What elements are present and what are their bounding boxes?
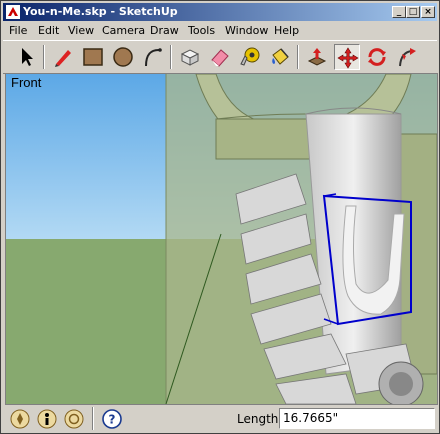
pencil-icon	[55, 50, 71, 67]
tape-measure-tool-button[interactable]	[237, 44, 263, 70]
sketchup-app-icon	[6, 5, 20, 19]
credits-button[interactable]	[36, 408, 58, 430]
measurement-input[interactable]: 16.7665"	[279, 408, 435, 429]
move-icon	[337, 47, 359, 69]
rectangle-tool-button[interactable]	[80, 44, 106, 70]
toolbar-separator	[43, 45, 45, 69]
help-icon: ?	[102, 409, 122, 429]
arc-tool-button[interactable]	[140, 44, 166, 70]
circle-icon	[113, 47, 133, 67]
status-separator	[92, 407, 94, 430]
make-component-tool-button[interactable]	[177, 44, 203, 70]
eraser-icon	[211, 49, 229, 67]
sketchup-window: You-n-Me.skp - SketchUp _ □ × File Edit …	[0, 0, 440, 434]
select-tool-button[interactable]	[13, 44, 39, 70]
toolbar-separator	[170, 45, 172, 69]
geo-location-icon	[10, 409, 30, 429]
menu-window[interactable]: Window	[225, 24, 268, 37]
menu-camera[interactable]: Camera	[102, 24, 145, 37]
menu-edit[interactable]: Edit	[38, 24, 59, 37]
paint-bucket-icon	[272, 48, 289, 65]
menu-bar: File Edit View Camera Draw Tools Window …	[3, 22, 437, 39]
close-button[interactable]: ×	[421, 6, 435, 18]
credits-icon	[37, 409, 57, 429]
user-icon	[64, 409, 84, 429]
menu-tools[interactable]: Tools	[188, 24, 215, 37]
title-bar[interactable]: You-n-Me.skp - SketchUp _ □ ×	[3, 3, 437, 21]
push-pull-tool-button[interactable]	[304, 44, 330, 70]
toolbar-separator	[297, 45, 299, 69]
rotate-tool-button[interactable]	[364, 44, 390, 70]
window-title: You-n-Me.skp - SketchUp	[23, 5, 178, 18]
line-tool-button[interactable]	[50, 44, 76, 70]
tape-measure-icon	[240, 47, 260, 66]
menu-help[interactable]: Help	[274, 24, 299, 37]
menu-file[interactable]: File	[9, 24, 27, 37]
circle-tool-button[interactable]	[110, 44, 136, 70]
user-button[interactable]	[63, 408, 85, 430]
follow-me-icon	[399, 48, 416, 67]
push-pull-icon	[307, 48, 327, 66]
toolbar	[3, 40, 437, 74]
3d-scene[interactable]	[6, 74, 437, 404]
minimize-button[interactable]: _	[392, 6, 406, 18]
help-button[interactable]: ?	[101, 408, 123, 430]
arc-icon	[145, 48, 162, 67]
scene-label: Front	[11, 75, 42, 90]
menu-draw[interactable]: Draw	[150, 24, 179, 37]
status-bar: ? Length 16.7665"	[3, 405, 437, 432]
paint-bucket-tool-button[interactable]	[267, 44, 293, 70]
rotate-icon	[368, 48, 386, 66]
eraser-tool-button[interactable]	[207, 44, 233, 70]
drawing-area[interactable]: Front	[5, 73, 438, 405]
component-icon	[180, 49, 200, 66]
svg-text:?: ?	[109, 413, 116, 427]
maximize-button[interactable]: □	[406, 6, 420, 18]
measurement-label: Length	[237, 412, 279, 426]
rectangle-icon	[83, 48, 103, 66]
follow-me-tool-button[interactable]	[394, 44, 420, 70]
menu-view[interactable]: View	[68, 24, 94, 37]
arrow-cursor-icon	[22, 48, 33, 66]
geo-location-button[interactable]	[9, 408, 31, 430]
move-tool-button[interactable]	[334, 44, 360, 70]
